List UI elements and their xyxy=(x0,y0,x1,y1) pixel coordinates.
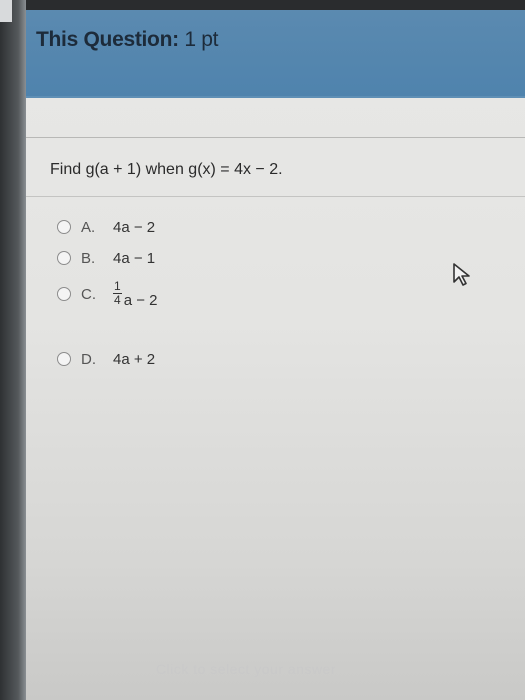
monitor-bezel-left xyxy=(0,0,26,700)
option-d[interactable]: D. 4a + 2 xyxy=(57,351,155,368)
radio-icon[interactable] xyxy=(57,287,71,301)
option-answer: 4a − 1 xyxy=(113,250,156,267)
title-label: This Question: xyxy=(36,28,179,51)
option-letter: B. xyxy=(81,250,96,267)
radio-icon[interactable] xyxy=(57,220,71,234)
points-label: 1 pt xyxy=(178,28,219,51)
option-b[interactable]: B. 4a − 1 xyxy=(57,250,155,267)
question-text: Find g(a + 1) when g(x) = 4x − 2. xyxy=(50,161,283,178)
option-answer: a − 2 xyxy=(123,292,158,309)
option-a[interactable]: A. 4a − 2 xyxy=(57,219,155,236)
option-letter: D. xyxy=(81,351,96,368)
question-header: This Question: 1 pt xyxy=(26,10,525,98)
question-points-title: This Question: 1 pt xyxy=(36,28,218,52)
fraction-numerator: 1 xyxy=(113,279,122,294)
option-c[interactable]: C. 1 4 a − 2 xyxy=(57,280,158,309)
option-letter: A. xyxy=(81,219,96,236)
option-letter: C. xyxy=(81,286,96,303)
question-panel: This Question: 1 pt Find g(a + 1) when g… xyxy=(26,10,525,700)
option-answer: 4a − 2 xyxy=(113,219,156,236)
radio-icon[interactable] xyxy=(57,352,71,366)
divider xyxy=(26,196,525,197)
divider xyxy=(26,137,525,138)
mouse-cursor-icon xyxy=(452,262,474,293)
fraction-denominator: 4 xyxy=(114,293,121,307)
fraction-one-quarter: 1 4 xyxy=(113,280,122,307)
window-edge-tab xyxy=(0,0,12,22)
click-hint: Click to select your answer xyxy=(156,661,337,677)
option-answer: 4a + 2 xyxy=(113,351,156,368)
radio-icon[interactable] xyxy=(57,251,71,265)
